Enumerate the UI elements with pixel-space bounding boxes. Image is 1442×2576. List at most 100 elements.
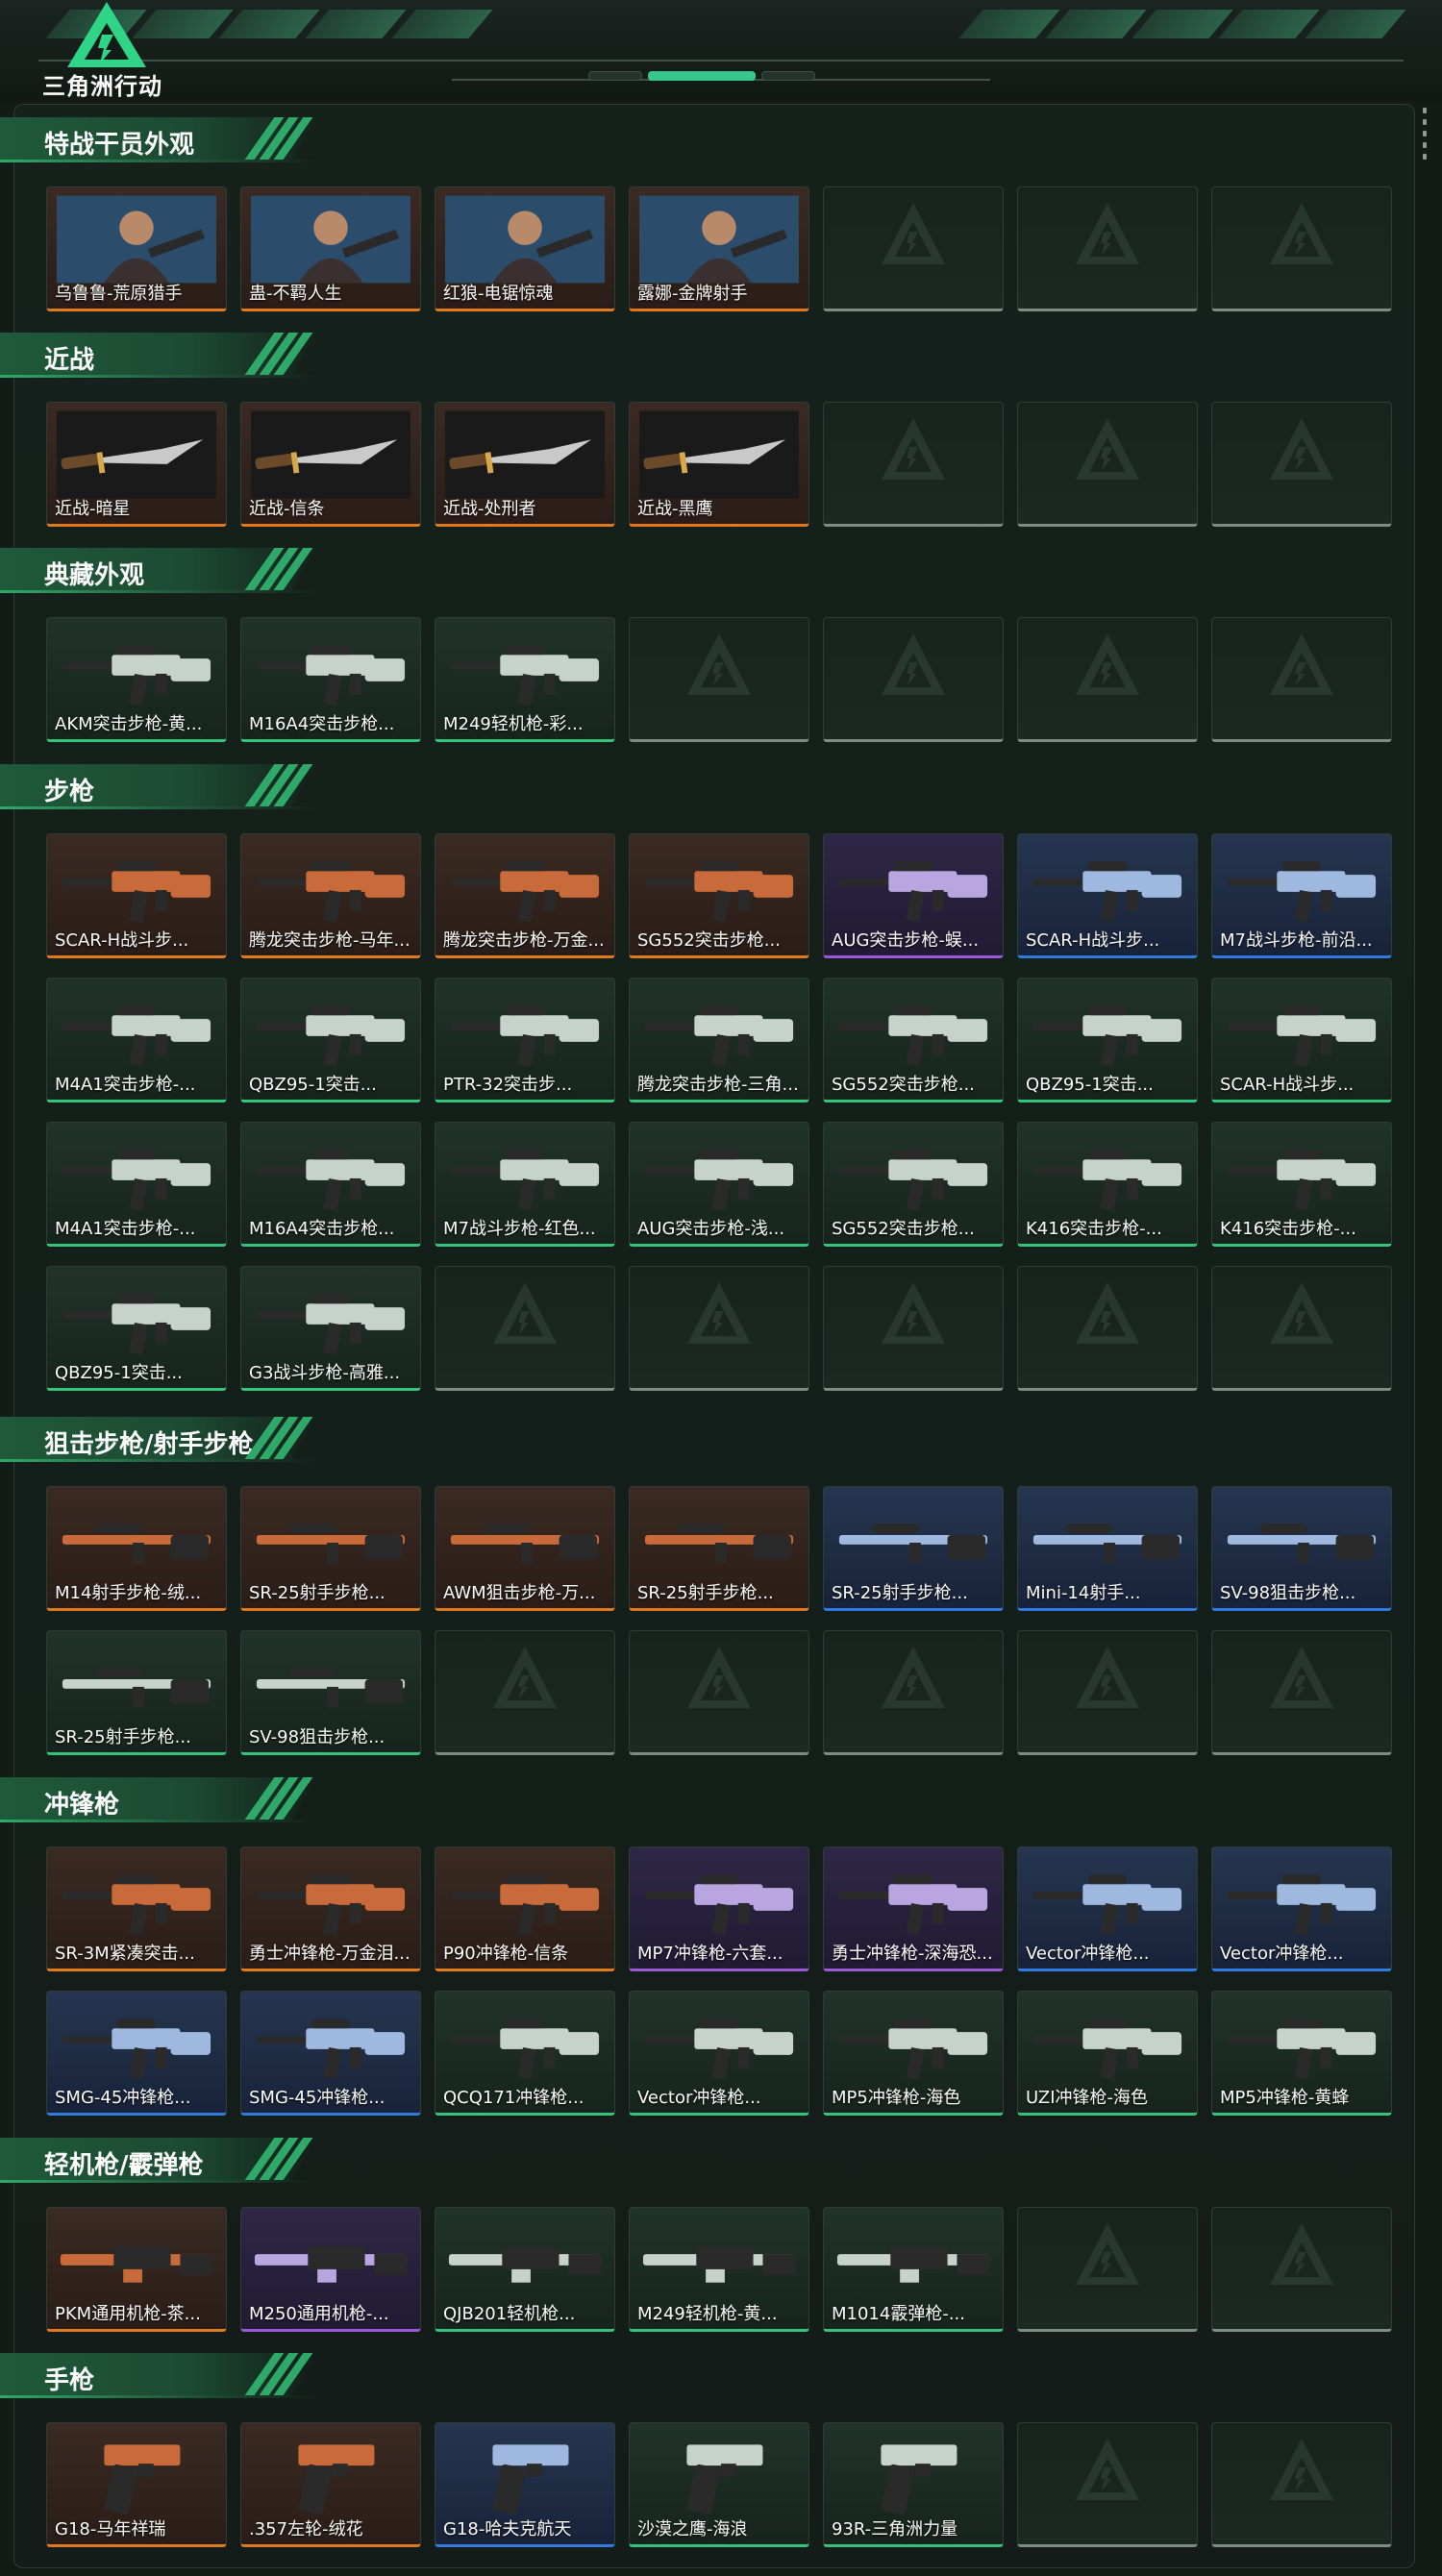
skin-card[interactable]: SG552突击步枪... bbox=[629, 833, 809, 958]
skin-card[interactable]: G18-哈夫克航天 bbox=[435, 2422, 615, 2547]
skin-card[interactable]: QBZ95-1突击... bbox=[46, 1266, 227, 1391]
skin-card[interactable]: P90冲锋枪-信条 bbox=[435, 1846, 615, 1971]
skin-card[interactable]: M250通用机枪-... bbox=[240, 2207, 421, 2332]
delta-emblem-icon bbox=[1074, 1645, 1141, 1712]
skin-card[interactable]: PTR-32突击步... bbox=[435, 978, 615, 1102]
skin-image bbox=[1028, 1495, 1187, 1583]
skin-name: 腾龙突击步枪-马年... bbox=[249, 930, 410, 951]
skin-card[interactable]: 红狼-电锯惊魂 bbox=[435, 186, 615, 311]
skin-card[interactable]: Vector冲锋枪... bbox=[1017, 1846, 1198, 1971]
skin-card[interactable]: UZI冲锋枪-海色 bbox=[1017, 1991, 1198, 2116]
skin-card[interactable]: K416突击步枪-... bbox=[1017, 1122, 1198, 1247]
skin-card[interactable]: 腾龙突击步枪-马年... bbox=[240, 833, 421, 958]
skin-card[interactable]: SCAR-H战斗步... bbox=[46, 833, 227, 958]
empty-slot bbox=[1211, 1266, 1392, 1391]
skin-image bbox=[1028, 842, 1187, 930]
skin-card[interactable]: G3战斗步枪-高雅... bbox=[240, 1266, 421, 1391]
header-stripe bbox=[1045, 10, 1147, 38]
skin-card[interactable]: QJB201轻机枪... bbox=[435, 2207, 615, 2332]
delta-emblem-icon bbox=[1268, 1645, 1335, 1712]
skin-card[interactable]: SV-98狙击步枪... bbox=[240, 1630, 421, 1755]
skin-name: M250通用机枪-... bbox=[249, 2304, 389, 2324]
skin-card[interactable]: 近战-处刑者 bbox=[435, 402, 615, 527]
skin-card[interactable]: Vector冲锋枪... bbox=[629, 1991, 809, 2116]
delta-emblem-icon bbox=[880, 1280, 947, 1348]
skin-card[interactable]: SMG-45冲锋枪... bbox=[240, 1991, 421, 2116]
skin-card[interactable]: 近战-黑鹰 bbox=[629, 402, 809, 527]
skin-card[interactable]: M249轻机枪-彩... bbox=[435, 617, 615, 742]
skin-card[interactable]: 勇士冲锋枪-万金泪... bbox=[240, 1846, 421, 1971]
skin-name: 红狼-电锯惊魂 bbox=[443, 284, 554, 304]
skin-name: SR-25射手步枪... bbox=[832, 1583, 968, 1603]
skin-card[interactable]: QBZ95-1突击... bbox=[1017, 978, 1198, 1102]
skin-card[interactable]: AKM突击步枪-黄... bbox=[46, 617, 227, 742]
skin-card[interactable]: M1014霰弹枪-... bbox=[823, 2207, 1004, 2332]
skin-card[interactable]: .357左轮-绒花 bbox=[240, 2422, 421, 2547]
skin-card[interactable]: MP5冲锋枪-海色 bbox=[823, 1991, 1004, 2116]
skin-card[interactable]: M4A1突击步枪-... bbox=[46, 1122, 227, 1247]
skin-card[interactable]: MP5冲锋枪-黄蜂 bbox=[1211, 1991, 1392, 2116]
skin-card[interactable]: SCAR-H战斗步... bbox=[1017, 833, 1198, 958]
section-underline bbox=[0, 1459, 317, 1462]
skin-card[interactable]: M16A4突击步枪... bbox=[240, 617, 421, 742]
skin-image bbox=[1222, 1999, 1381, 2088]
skin-card[interactable]: SR-25射手步枪... bbox=[823, 1486, 1004, 1611]
skin-card[interactable]: 露娜-金牌射手 bbox=[629, 186, 809, 311]
skin-card[interactable]: SV-98狙击步枪... bbox=[1211, 1486, 1392, 1611]
skin-image bbox=[1222, 986, 1381, 1075]
skin-image bbox=[833, 986, 993, 1075]
skin-card[interactable]: SR-25射手步枪... bbox=[46, 1630, 227, 1755]
skin-card[interactable]: QBZ95-1突击... bbox=[240, 978, 421, 1102]
skin-card[interactable]: 蛊-不羁人生 bbox=[240, 186, 421, 311]
skin-image bbox=[1222, 1130, 1381, 1219]
skin-image bbox=[639, 1130, 799, 1219]
page-indicator-dot[interactable] bbox=[648, 71, 756, 81]
skin-card[interactable]: SMG-45冲锋枪... bbox=[46, 1991, 227, 2116]
scrollbar[interactable] bbox=[1423, 108, 1429, 165]
skin-card[interactable]: M7战斗步枪-前沿... bbox=[1211, 833, 1392, 958]
section-underline bbox=[0, 2395, 317, 2398]
skin-card[interactable]: QCQ171冲锋枪... bbox=[435, 1991, 615, 2116]
skin-card[interactable]: Mini-14射手... bbox=[1017, 1486, 1198, 1611]
empty-slot bbox=[1211, 2207, 1392, 2332]
skin-card[interactable]: 乌鲁鲁-荒原猎手 bbox=[46, 186, 227, 311]
skin-card[interactable]: AWM狙击步枪-万... bbox=[435, 1486, 615, 1611]
skin-name: Vector冲锋枪... bbox=[637, 2088, 761, 2108]
skin-card[interactable]: MP7冲锋枪-六套... bbox=[629, 1846, 809, 1971]
skin-image bbox=[639, 1855, 799, 1944]
skin-card[interactable]: AUG突击步枪-浅... bbox=[629, 1122, 809, 1247]
skin-card[interactable]: SR-3M紧凑突击... bbox=[46, 1846, 227, 1971]
skin-card[interactable]: SG552突击步枪... bbox=[823, 978, 1004, 1102]
section-underline bbox=[0, 2180, 317, 2183]
skin-name: 蛊-不羁人生 bbox=[249, 284, 342, 304]
skin-card[interactable]: 沙漠之鹰-海浪 bbox=[629, 2422, 809, 2547]
skin-card[interactable]: K416突击步枪-... bbox=[1211, 1122, 1392, 1247]
skin-card[interactable]: M16A4突击步枪... bbox=[240, 1122, 421, 1247]
skin-card[interactable]: PKM通用机枪-茶... bbox=[46, 2207, 227, 2332]
skin-card[interactable]: SCAR-H战斗步... bbox=[1211, 978, 1392, 1102]
skin-card[interactable]: M249轻机枪-黄... bbox=[629, 2207, 809, 2332]
skin-card[interactable]: M4A1突击步枪-... bbox=[46, 978, 227, 1102]
skin-name: M16A4突击步枪... bbox=[249, 714, 395, 734]
skin-card[interactable]: SG552突击步枪... bbox=[823, 1122, 1004, 1247]
skin-name: QBZ95-1突击... bbox=[55, 1363, 183, 1383]
skin-card[interactable]: 腾龙突击步枪-万金... bbox=[435, 833, 615, 958]
skin-card[interactable]: SR-25射手步枪... bbox=[240, 1486, 421, 1611]
skin-image bbox=[251, 2216, 410, 2304]
skin-card[interactable]: M14射手步枪-绒... bbox=[46, 1486, 227, 1611]
skin-card[interactable]: G18-马年祥瑞 bbox=[46, 2422, 227, 2547]
skin-card[interactable]: 勇士冲锋枪-深海恐... bbox=[823, 1846, 1004, 1971]
skin-card[interactable]: 近战-信条 bbox=[240, 402, 421, 527]
page-indicator-dot[interactable] bbox=[761, 71, 815, 81]
skin-card[interactable]: AUG突击步枪-蜈... bbox=[823, 833, 1004, 958]
skin-image bbox=[57, 410, 216, 499]
section-header: 近战 bbox=[0, 333, 317, 375]
skin-card[interactable]: SR-25射手步枪... bbox=[629, 1486, 809, 1611]
skin-image bbox=[57, 1275, 216, 1363]
skin-card[interactable]: M7战斗步枪-红色... bbox=[435, 1122, 615, 1247]
skin-card[interactable]: 腾龙突击步枪-三角... bbox=[629, 978, 809, 1102]
page-indicator-dot[interactable] bbox=[588, 71, 642, 81]
skin-card[interactable]: 93R-三角洲力量 bbox=[823, 2422, 1004, 2547]
skin-card[interactable]: 近战-暗星 bbox=[46, 402, 227, 527]
skin-card[interactable]: Vector冲锋枪... bbox=[1211, 1846, 1392, 1971]
